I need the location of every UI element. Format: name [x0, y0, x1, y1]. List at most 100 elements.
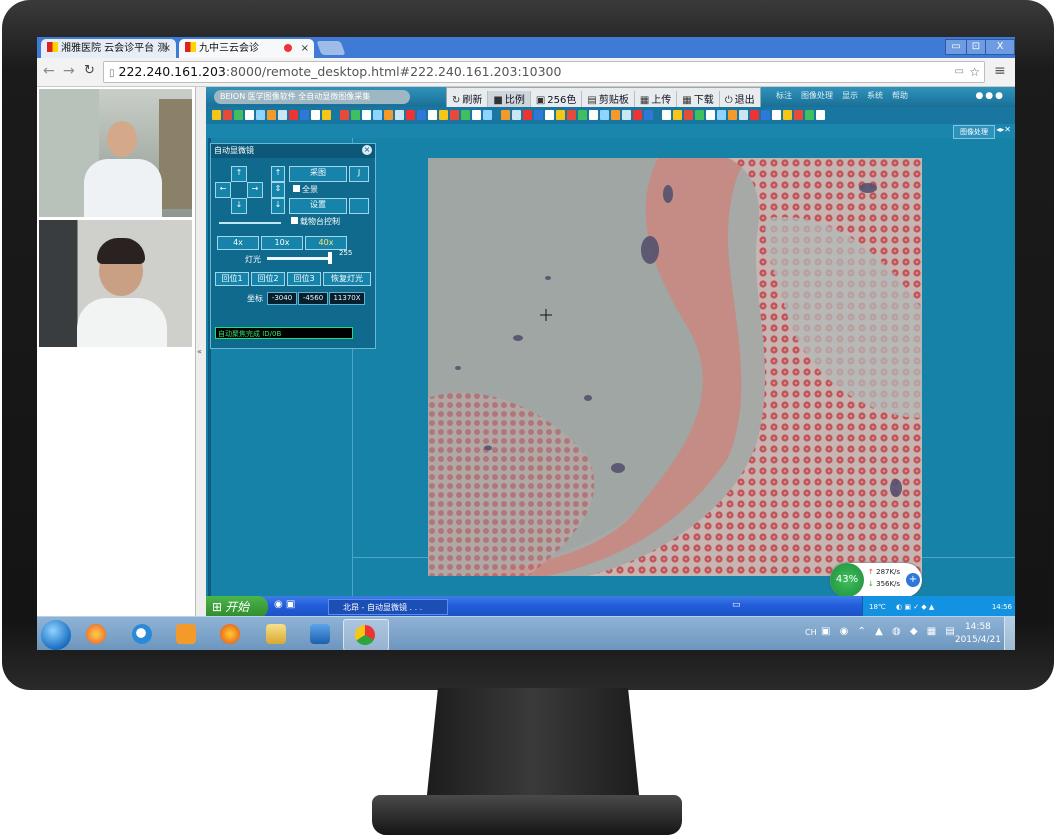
taskbar-app-media[interactable]	[167, 619, 205, 649]
toolbar-tool-icon[interactable]	[695, 110, 704, 120]
toolbar-tool-icon[interactable]	[662, 110, 671, 120]
toolbar-tool-icon[interactable]	[212, 110, 221, 120]
position-2-button[interactable]: 回位2	[251, 272, 285, 286]
toolbar-tool-icon[interactable]	[545, 110, 554, 120]
close-window-button[interactable]: X	[985, 39, 1015, 55]
full-checkbox[interactable]: 全景	[293, 184, 318, 195]
windows-start-button[interactable]	[41, 620, 71, 650]
tray-icons[interactable]: ◐ ▣ ✓ ◆ ▲	[896, 603, 934, 611]
toolbar-tool-icon[interactable]	[534, 110, 543, 120]
taskbar-app-360[interactable]	[77, 619, 115, 649]
toolbar-tool-icon[interactable]	[589, 110, 598, 120]
keyboard-icon[interactable]: ▭	[732, 600, 741, 610]
toolbar-tool-icon[interactable]	[428, 110, 437, 120]
bookmark-star-icon[interactable]: ☆	[969, 62, 980, 82]
stage-control-checkbox[interactable]: 载物台控制	[291, 216, 340, 227]
toolbar-tool-icon[interactable]	[728, 110, 737, 120]
toolbar-tool-icon[interactable]	[761, 110, 770, 120]
url-input[interactable]: ▯ 222.240.161.203:8000/remote_desktop.htm…	[103, 61, 985, 83]
tab-nav-icon[interactable]: ◂▸✕	[996, 125, 1011, 134]
new-tab-button[interactable]	[316, 41, 346, 55]
speed-plus-icon[interactable]: +	[906, 573, 920, 587]
toolbar-tool-icon[interactable]	[622, 110, 631, 120]
toolbar-tool-icon[interactable]	[289, 110, 298, 120]
toolbar-tool-icon[interactable]	[340, 110, 349, 120]
maximize-button[interactable]: ⊡	[966, 39, 986, 55]
toolbar-tool-icon[interactable]	[512, 110, 521, 120]
close-icon[interactable]: ×	[163, 39, 171, 58]
menu-item-display[interactable]: 显示	[842, 91, 858, 100]
toolbar-tool-icon[interactable]	[483, 110, 492, 120]
toolbar-tool-icon[interactable]	[706, 110, 715, 120]
toolbar-tool-icon[interactable]	[406, 110, 415, 120]
capture-button[interactable]: 采图	[289, 166, 347, 182]
toolbar-tool-icon[interactable]	[673, 110, 682, 120]
taskbar-app-ie[interactable]	[123, 619, 161, 649]
toolbar-tool-icon[interactable]	[805, 110, 814, 120]
toolbar-tool-icon[interactable]	[816, 110, 825, 120]
menu-item-help[interactable]: 帮助	[892, 91, 908, 100]
tray-icons[interactable]: ▣ ◉ ⌃ ▲ ◍ ◆ ▦ ▤	[821, 626, 958, 637]
toolbar-tool-icon[interactable]	[717, 110, 726, 120]
toolbar-tool-icon[interactable]	[256, 110, 265, 120]
network-speed-widget[interactable]: 43% ↑ 287K/s ↓ 356K/s +	[830, 563, 922, 597]
toolbar-tool-icon[interactable]	[351, 110, 360, 120]
taskbar-app-chrome[interactable]	[343, 619, 389, 650]
minimize-button[interactable]: ▭	[945, 39, 967, 55]
move-right-button[interactable]: →	[247, 182, 263, 198]
toolbar-tool-icon[interactable]	[501, 110, 510, 120]
system-clock[interactable]: 14:58 2015/4/21	[955, 621, 1001, 647]
reload-icon[interactable]: ↻	[84, 63, 95, 78]
focus-step-button[interactable]: ⇕	[271, 182, 285, 198]
speed-slider[interactable]	[219, 222, 281, 224]
restore-light-button[interactable]: 恢复灯光	[323, 272, 371, 286]
remote-taskbar-app[interactable]: 北昂 - 自动显微镜 . . .	[328, 599, 448, 615]
toolbar-tool-icon[interactable]	[300, 110, 309, 120]
position-3-button[interactable]: 回位3	[287, 272, 321, 286]
quicklaunch-icons[interactable]: ◉ ▣	[274, 599, 295, 610]
toolbar-tool-icon[interactable]	[783, 110, 792, 120]
forward-arrow-icon[interactable]: →	[63, 63, 75, 79]
toolbar-tool-icon[interactable]	[245, 110, 254, 120]
toolbar-tool-icon[interactable]	[417, 110, 426, 120]
toolbar-tool-icon[interactable]	[223, 110, 232, 120]
microscope-image[interactable]	[428, 158, 922, 576]
move-down-button[interactable]: ↓	[231, 198, 247, 214]
light-slider-thumb[interactable]	[328, 252, 332, 264]
back-arrow-icon[interactable]: ←	[43, 63, 55, 79]
toolbar-tool-icon[interactable]	[556, 110, 565, 120]
menu-item-annotate[interactable]: 标注	[776, 91, 792, 100]
move-left-button[interactable]: ←	[215, 182, 231, 198]
toolbar-tool-icon[interactable]	[362, 110, 371, 120]
toolbar-tool-icon[interactable]	[450, 110, 459, 120]
toolbar-tool-icon[interactable]	[395, 110, 404, 120]
menu-item-system[interactable]: 系统	[867, 91, 883, 100]
toolbar-tool-icon[interactable]	[794, 110, 803, 120]
close-icon[interactable]: ×	[301, 39, 309, 58]
toolbar-tool-icon[interactable]	[439, 110, 448, 120]
window-controls-icon[interactable]: ●●●	[975, 91, 1005, 101]
show-desktop-button[interactable]	[1004, 617, 1015, 650]
camera-icon[interactable]: ▭	[955, 62, 964, 82]
taskbar-app-firefox[interactable]	[211, 619, 249, 649]
taskbar-app-explorer[interactable]	[257, 619, 295, 649]
toolbar-tool-icon[interactable]	[600, 110, 609, 120]
toolbar-tool-icon[interactable]	[523, 110, 532, 120]
toolbar-tool-icon[interactable]	[311, 110, 320, 120]
toolbar-tool-icon[interactable]	[234, 110, 243, 120]
position-1-button[interactable]: 回位1	[215, 272, 249, 286]
move-up-button[interactable]: ↑	[231, 166, 247, 182]
toolbar-tool-icon[interactable]	[739, 110, 748, 120]
toolbar-tool-icon[interactable]	[267, 110, 276, 120]
toolbar-tool-icon[interactable]	[750, 110, 759, 120]
panel-close-icon[interactable]: ×	[362, 145, 372, 155]
focus-down-button[interactable]: ↓	[271, 198, 285, 214]
toolbar-tool-icon[interactable]	[578, 110, 587, 120]
mag-40x-button[interactable]: 40x	[305, 236, 347, 250]
toolbar-tool-icon[interactable]	[633, 110, 642, 120]
toolbar-tool-icon[interactable]	[644, 110, 653, 120]
collapse-icon[interactable]: «	[197, 347, 202, 356]
toolbar-tool-icon[interactable]	[322, 110, 331, 120]
toolbar-tool-icon[interactable]	[461, 110, 470, 120]
browser-tab-1[interactable]: 湘雅医院 云会诊平台 测 ×	[41, 39, 176, 58]
